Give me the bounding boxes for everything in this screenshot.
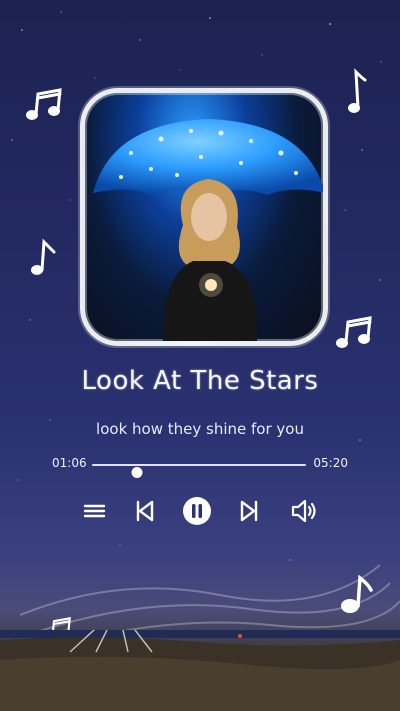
current-time: 01:06 (52, 456, 87, 470)
shuffle-button[interactable] (78, 494, 112, 528)
album-art (80, 88, 328, 346)
next-button[interactable] (232, 494, 266, 528)
music-note-doodle-icon (336, 316, 372, 348)
singer-photo (162, 179, 258, 341)
skip-next-icon (240, 500, 258, 522)
skip-previous-icon (136, 500, 154, 522)
music-note-doodle-icon (348, 68, 367, 113)
progress-bar[interactable]: 01:06 05:20 (52, 456, 348, 478)
progress-track[interactable] (92, 464, 306, 478)
song-lyric: look how they shine for you (96, 420, 304, 438)
total-time: 05:20 (313, 456, 348, 470)
volume-button[interactable] (288, 494, 322, 528)
play-pause-button[interactable] (180, 494, 214, 528)
previous-button[interactable] (128, 494, 162, 528)
song-title: Look At The Stars (81, 366, 319, 396)
pause-icon (183, 497, 211, 525)
progress-knob[interactable] (131, 467, 143, 478)
beach-scene (0, 630, 400, 711)
playback-controls (78, 494, 324, 528)
album-art-frame (80, 88, 328, 346)
music-note-doodle-icon (31, 238, 56, 275)
shuffle-icon (83, 504, 106, 518)
music-note-doodle-icon (26, 88, 62, 120)
volume-icon (291, 499, 316, 523)
